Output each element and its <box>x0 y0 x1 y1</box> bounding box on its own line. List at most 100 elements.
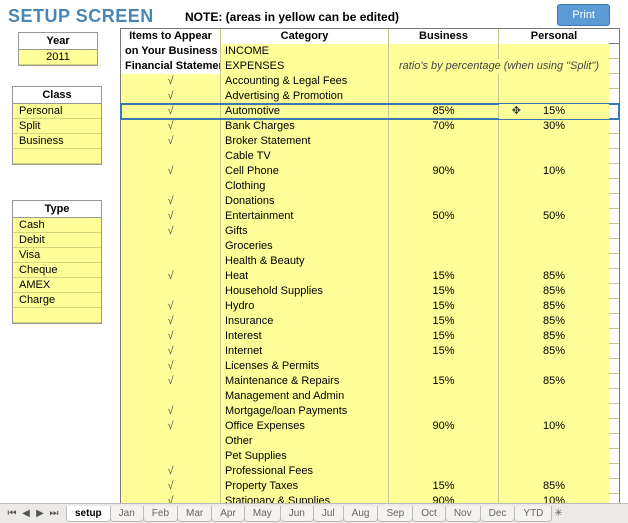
business-cell[interactable]: 90% <box>389 164 499 179</box>
personal-cell[interactable]: 85% <box>499 344 609 359</box>
category-cell[interactable]: Automotive <box>221 104 389 119</box>
category-cell[interactable]: Internet <box>221 344 389 359</box>
category-cell[interactable]: Property Taxes <box>221 479 389 494</box>
tab-prev-icon[interactable]: ◀ <box>20 508 32 519</box>
appear-check[interactable]: √ <box>121 404 221 419</box>
sheet-tab[interactable]: Feb <box>143 506 178 522</box>
table-row[interactable]: √Donations <box>121 194 619 209</box>
business-cell[interactable] <box>389 194 499 209</box>
personal-cell[interactable] <box>499 149 609 164</box>
class-item[interactable] <box>13 149 101 164</box>
category-cell[interactable]: Bank Charges <box>221 119 389 134</box>
appear-check[interactable]: √ <box>121 119 221 134</box>
sheet-tab[interactable]: Mar <box>177 506 212 522</box>
personal-cell[interactable] <box>499 389 609 404</box>
category-cell[interactable]: Groceries <box>221 239 389 254</box>
appear-check[interactable]: √ <box>121 419 221 434</box>
table-row[interactable]: √Professional Fees <box>121 464 619 479</box>
category-cell[interactable]: Interest <box>221 329 389 344</box>
category-cell[interactable]: Accounting & Legal Fees <box>221 74 389 89</box>
personal-cell[interactable] <box>499 194 609 209</box>
table-row[interactable]: Clothing <box>121 179 619 194</box>
business-cell[interactable] <box>389 389 499 404</box>
category-cell[interactable]: Health & Beauty <box>221 254 389 269</box>
personal-cell[interactable] <box>499 404 609 419</box>
personal-cell[interactable]: 50% <box>499 209 609 224</box>
category-cell[interactable]: Household Supplies <box>221 284 389 299</box>
category-cell[interactable]: Professional Fees <box>221 464 389 479</box>
table-row[interactable]: √Heat15%85% <box>121 269 619 284</box>
business-cell[interactable] <box>389 434 499 449</box>
table-row[interactable]: Pet Supplies <box>121 449 619 464</box>
personal-cell[interactable]: 85% <box>499 329 609 344</box>
table-row[interactable]: √Advertising & Promotion <box>121 89 619 104</box>
business-cell[interactable]: 50% <box>389 209 499 224</box>
business-cell[interactable]: 15% <box>389 269 499 284</box>
type-item[interactable]: Charge <box>13 293 101 308</box>
sheet-tab[interactable]: Jan <box>110 506 144 522</box>
personal-cell[interactable]: 15%✥ <box>499 104 609 119</box>
appear-check[interactable] <box>121 149 221 164</box>
business-cell[interactable]: 15% <box>389 314 499 329</box>
personal-cell[interactable]: 30% <box>499 119 609 134</box>
business-cell[interactable]: 15% <box>389 374 499 389</box>
appear-check[interactable]: √ <box>121 299 221 314</box>
category-cell[interactable]: Mortgage/loan Payments <box>221 404 389 419</box>
table-row[interactable]: Other <box>121 434 619 449</box>
appear-check[interactable]: √ <box>121 89 221 104</box>
business-cell[interactable] <box>389 224 499 239</box>
category-cell[interactable]: Insurance <box>221 314 389 329</box>
business-cell[interactable]: 15% <box>389 344 499 359</box>
personal-cell[interactable] <box>499 89 609 104</box>
business-cell[interactable]: 15% <box>389 299 499 314</box>
personal-cell[interactable]: 85% <box>499 314 609 329</box>
table-row[interactable]: √Broker Statement <box>121 134 619 149</box>
business-cell[interactable]: 70% <box>389 119 499 134</box>
class-item[interactable]: Split <box>13 119 101 134</box>
personal-cell[interactable]: 85% <box>499 284 609 299</box>
business-cell[interactable] <box>389 239 499 254</box>
personal-cell[interactable] <box>499 239 609 254</box>
personal-cell[interactable] <box>499 74 609 89</box>
sheet-tab[interactable]: Sep <box>377 506 413 522</box>
category-cell[interactable]: Donations <box>221 194 389 209</box>
personal-cell[interactable]: 10% <box>499 419 609 434</box>
business-cell[interactable] <box>389 74 499 89</box>
table-row[interactable]: √Hydro15%85% <box>121 299 619 314</box>
personal-cell[interactable] <box>499 179 609 194</box>
personal-cell[interactable]: 85% <box>499 299 609 314</box>
appear-check[interactable]: √ <box>121 269 221 284</box>
type-item[interactable]: Debit <box>13 233 101 248</box>
category-cell[interactable]: Maintenance & Repairs <box>221 374 389 389</box>
table-row[interactable]: Health & Beauty <box>121 254 619 269</box>
business-cell[interactable]: 15% <box>389 479 499 494</box>
personal-cell[interactable] <box>499 224 609 239</box>
appear-check[interactable]: √ <box>121 134 221 149</box>
table-row[interactable]: √Bank Charges70%30% <box>121 119 619 134</box>
sheet-tab[interactable]: Apr <box>211 506 245 522</box>
tab-last-icon[interactable]: ⏭ <box>48 508 60 519</box>
category-cell[interactable]: Cable TV <box>221 149 389 164</box>
year-value[interactable]: 2011 <box>19 50 97 65</box>
table-row[interactable]: Management and Admin <box>121 389 619 404</box>
table-row[interactable]: √Cell Phone90%10% <box>121 164 619 179</box>
business-cell[interactable] <box>389 149 499 164</box>
appear-check[interactable]: √ <box>121 194 221 209</box>
appear-check[interactable]: √ <box>121 209 221 224</box>
sheet-tab[interactable]: Oct <box>412 506 446 522</box>
table-row[interactable]: √Mortgage/loan Payments <box>121 404 619 419</box>
table-row[interactable]: Cable TV <box>121 149 619 164</box>
appear-check[interactable]: √ <box>121 374 221 389</box>
table-row[interactable]: Household Supplies15%85% <box>121 284 619 299</box>
personal-cell[interactable] <box>499 434 609 449</box>
personal-cell[interactable] <box>499 134 609 149</box>
personal-cell[interactable] <box>499 464 609 479</box>
tab-next-icon[interactable]: ▶ <box>34 508 46 519</box>
table-row[interactable]: √Automotive85%15%✥ <box>121 104 619 119</box>
income-per[interactable] <box>499 44 609 59</box>
table-row[interactable]: √Office Expenses90%10% <box>121 419 619 434</box>
sheet-tab[interactable]: Dec <box>480 506 516 522</box>
table-row[interactable]: √Licenses & Permits <box>121 359 619 374</box>
business-cell[interactable] <box>389 359 499 374</box>
business-cell[interactable] <box>389 404 499 419</box>
